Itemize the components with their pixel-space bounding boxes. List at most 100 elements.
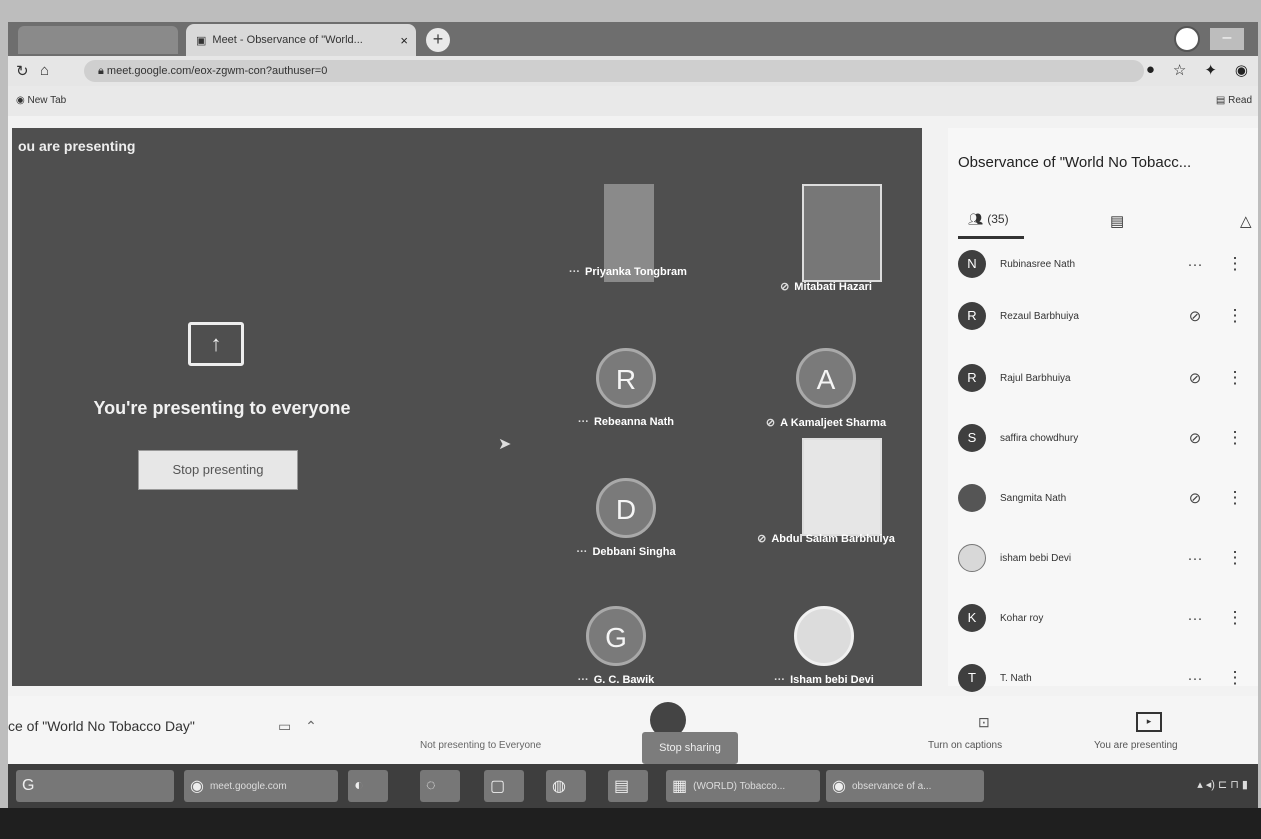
- home-icon[interactable]: ⌂: [40, 62, 49, 79]
- more-icon[interactable]: ···: [1170, 256, 1220, 273]
- list-item[interactable]: R Rajul Barbhuiya ⊘ ⋮: [948, 358, 1258, 398]
- tab-close-icon[interactable]: ×: [400, 33, 408, 48]
- meet-tab-icon: ▣: [196, 34, 207, 47]
- kebab-menu-icon[interactable]: ⋮: [1220, 548, 1250, 568]
- kebab-menu-icon[interactable]: ⋮: [1220, 368, 1250, 388]
- tab-people[interactable]: 👥︎ (35): [968, 212, 1009, 226]
- mic-off-icon[interactable]: ⊘: [1170, 489, 1220, 507]
- details-icon[interactable]: ▭: [278, 718, 291, 734]
- stop-presenting-button[interactable]: Stop presenting: [138, 450, 298, 490]
- more-icon: ···: [576, 546, 588, 558]
- kebab-menu-icon[interactable]: ⋮: [1220, 608, 1250, 628]
- minimize-button[interactable]: –: [1210, 28, 1244, 50]
- activities-icon[interactable]: △: [1240, 212, 1252, 230]
- browser-toolbar: ↻ ⌂ 🔒︎ meet.google.com/eox-zgwm-con?auth…: [8, 56, 1258, 86]
- star-icon[interactable]: ☆: [1173, 61, 1186, 79]
- participant-name: Rezaul Barbhuiya: [1000, 310, 1079, 322]
- participant-name: Kohar roy: [1000, 612, 1044, 624]
- taskbar-item[interactable]: ▤: [608, 770, 648, 802]
- tile-name: ··· Debbani Singha: [576, 546, 676, 558]
- taskbar-item[interactable]: ▢: [484, 770, 524, 802]
- participant-name: saffira chowdhury: [1000, 432, 1079, 444]
- kebab-menu-icon[interactable]: ⋮: [1220, 254, 1250, 274]
- reload-icon[interactable]: ↻: [16, 62, 29, 80]
- taskbar-item[interactable]: G: [16, 770, 174, 802]
- kebab-menu-icon[interactable]: ⋮: [1220, 306, 1250, 326]
- list-item[interactable]: K Kohar roy ··· ⋮: [948, 598, 1258, 638]
- new-tab-button[interactable]: +: [426, 28, 450, 52]
- more-icon: ···: [577, 416, 589, 428]
- more-icon[interactable]: ···: [1170, 610, 1220, 627]
- meeting-bottom-bar: ce of "World No Tobacco Day" ▭ ⌃ Not pre…: [8, 696, 1258, 764]
- taskbar-item-file[interactable]: ▦ (WORLD) Tobacco...: [666, 770, 820, 802]
- panel-tabs: 👥︎ (35) ▤ △: [958, 212, 1254, 239]
- participant-tile[interactable]: D ··· Debbani Singha: [532, 454, 720, 582]
- kebab-menu-icon[interactable]: ⋮: [1220, 488, 1250, 508]
- tab-active[interactable]: ▣ Meet - Observance of "World... ×: [186, 24, 416, 56]
- windows-taskbar: G ◉ meet.google.com ◐ ◌ ▢ ◍ ▤ ▦ (WORLD) …: [8, 764, 1258, 808]
- kebab-menu-icon[interactable]: ⋮: [1220, 428, 1250, 448]
- globe-icon: ◉: [16, 95, 28, 106]
- bookmark-new-tab[interactable]: ◉ New Tab: [16, 95, 66, 106]
- chevron-up-icon[interactable]: ⌃: [305, 718, 317, 734]
- taskbar-item-chrome[interactable]: ◉ meet.google.com: [184, 770, 338, 802]
- tab-title: Meet - Observance of "World...: [212, 34, 363, 46]
- participant-avatar: A: [796, 348, 856, 408]
- mouse-cursor-icon: ➤: [498, 436, 512, 453]
- list-item[interactable]: S saffira chowdhury ⊘ ⋮: [948, 418, 1258, 458]
- more-icon: ···: [577, 674, 589, 686]
- taskbar-item[interactable]: ◌: [420, 770, 460, 802]
- more-icon[interactable]: ···: [1170, 550, 1220, 567]
- more-icon[interactable]: ···: [1170, 670, 1220, 687]
- avatar: R: [958, 302, 986, 330]
- firefox-icon: ◐: [354, 777, 364, 794]
- list-item[interactable]: Sangmita Nath ⊘ ⋮: [948, 478, 1258, 518]
- chrome-icon: ◉: [832, 778, 846, 795]
- taskbar-item[interactable]: ◐: [348, 770, 388, 802]
- reading-list-icon: ▤: [1215, 95, 1229, 106]
- profile-icon[interactable]: ◉: [1235, 61, 1248, 79]
- tile-name: ⊘ Abdul Salam Barbhuiya: [757, 533, 895, 545]
- more-icon: ···: [569, 266, 581, 278]
- participant-tile[interactable]: ··· Isham bebi Devi: [730, 582, 918, 710]
- participant-tile[interactable]: R ··· Rebeanna Nath: [532, 324, 720, 452]
- system-tray[interactable]: ▴ ◂) ⊏ ⊓ ▮: [1197, 778, 1248, 791]
- tab-inactive[interactable]: [18, 26, 178, 54]
- captions-icon[interactable]: ⊡: [978, 714, 990, 731]
- list-item[interactable]: isham bebi Devi ··· ⋮: [948, 538, 1258, 578]
- taskbar-item[interactable]: ◍: [546, 770, 586, 802]
- present-icon[interactable]: ▸: [1136, 712, 1162, 732]
- meeting-details-icons[interactable]: ▭ ⌃: [278, 718, 317, 735]
- more-icon: ···: [774, 674, 786, 686]
- taskbar-item-browser[interactable]: ◉ observance of a...: [826, 770, 984, 802]
- extensions-icon[interactable]: ✦: [1204, 61, 1217, 79]
- profile-avatar[interactable]: [1174, 26, 1200, 52]
- participant-avatar: R: [596, 348, 656, 408]
- mic-off-icon[interactable]: ⊘: [1170, 369, 1220, 387]
- stop-sharing-button[interactable]: Stop sharing: [642, 732, 738, 764]
- participant-tile[interactable]: ⊘ Abdul Salam Barbhuiya: [732, 428, 920, 556]
- meeting-title: Observance of "World No Tobacc...: [958, 154, 1192, 171]
- chat-icon[interactable]: ▤: [1110, 212, 1124, 230]
- tile-name: ··· G. C. Bawik: [577, 674, 655, 686]
- presenting-hint: Not presenting to Everyone: [420, 740, 542, 751]
- media-icon: ◍: [552, 778, 566, 795]
- list-item[interactable]: T T. Nath ··· ⋮: [948, 658, 1258, 698]
- participant-tile[interactable]: ··· Priyanka Tongbram: [534, 174, 722, 302]
- active-tab-indicator: [958, 236, 1024, 239]
- list-item[interactable]: R Rezaul Barbhuiya ⊘ ⋮: [948, 296, 1258, 336]
- folder-icon: ▢: [490, 778, 506, 795]
- mic-off-icon[interactable]: ⊘: [1170, 429, 1220, 447]
- record-icon[interactable]: ●: [1146, 61, 1155, 79]
- reading-list[interactable]: ▤ Read: [1216, 95, 1252, 106]
- list-item[interactable]: N Rubinasree Nath ··· ⋮: [948, 244, 1258, 284]
- participant-tile[interactable]: G ··· G. C. Bawik: [522, 582, 710, 710]
- kebab-menu-icon[interactable]: ⋮: [1220, 668, 1250, 688]
- participant-tile[interactable]: ⊘ Mitabati Hazari: [732, 174, 920, 302]
- tab-strip: ▣ Meet - Observance of "World... × + –: [8, 22, 1258, 56]
- tile-name: ··· Isham bebi Devi: [774, 674, 874, 686]
- avatar: K: [958, 604, 986, 632]
- mic-off-icon[interactable]: ⊘: [1170, 307, 1220, 325]
- address-bar[interactable]: 🔒︎ meet.google.com/eox-zgwm-con?authuser…: [84, 60, 1144, 82]
- participant-name: Sangmita Nath: [1000, 492, 1067, 504]
